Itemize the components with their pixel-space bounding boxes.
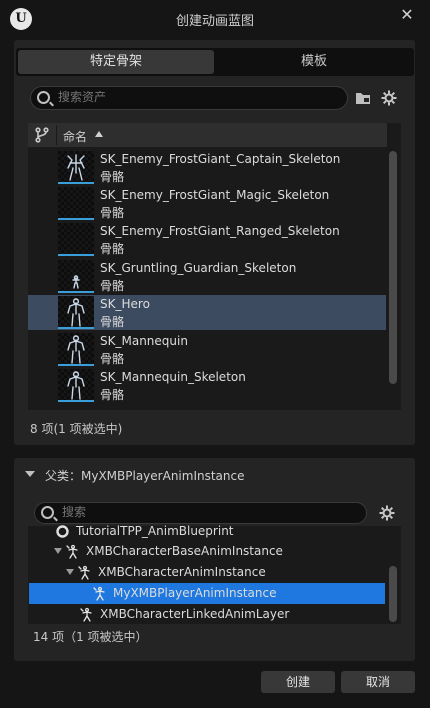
asset-type-color-bar [58,327,94,329]
asset-type: 骨骼 [100,388,125,402]
anim-class-icon [78,565,90,580]
skeleton-thumbnail [58,187,94,220]
folder-filter-icon[interactable] [355,91,371,105]
class-tree-item[interactable]: MyXMBPlayerAnimInstance [29,583,385,604]
asset-type: 骨骼 [100,352,125,366]
class-tree-item[interactable]: TutorialTPP_AnimBlueprint [28,521,386,542]
asset-name: SK_Gruntling_Guardian_Skeleton [100,261,297,275]
cancel-button[interactable]: 取消 [341,671,415,693]
class-name: TutorialTPP_AnimBlueprint [76,524,234,538]
dialog-title: 创建动画蓝图 [175,14,254,29]
asset-row[interactable]: SK_Enemy_FrostGiant_Captain_Skeleton 骨骼 [28,150,386,185]
asset-search-box[interactable] [30,86,348,110]
asset-name: SK_Hero [100,297,150,311]
skeleton-figure-icon [72,275,80,289]
tab-specific-skeleton[interactable]: 特定骨架 [18,50,214,74]
anim-class-icon [66,544,78,559]
skeleton-thumbnail [58,296,94,329]
sort-ascending-icon[interactable] [95,131,103,137]
asset-type-color-bar [58,364,94,366]
asset-name: SK_Enemy_FrostGiant_Magic_Skeleton [100,188,330,202]
tab-template[interactable]: 模板 [216,50,412,74]
create-button[interactable]: 创建 [261,671,335,693]
parent-class-label: 父类：MyXMBPlayerAnimInstance [45,469,245,483]
collapse-arrow-icon[interactable] [25,471,35,477]
class-name: XMBCharacterBaseAnimInstance [86,544,283,558]
class-count-status: 14 项（1 项被选中） [33,630,148,644]
asset-row[interactable]: SK_Mannequin 骨骼 [28,332,386,367]
asset-name: SK_Enemy_FrostGiant_Ranged_Skeleton [100,224,340,238]
search-icon [37,91,50,104]
anim-class-icon [93,586,105,601]
skeleton-figure-icon [67,335,85,364]
class-name: XMBCharacterAnimInstance [98,565,266,579]
branch-icon[interactable] [34,127,50,143]
blueprint-ring-icon [56,525,69,538]
header-divider [56,125,57,145]
close-button[interactable]: ✕ [396,4,418,26]
class-tree-item[interactable]: XMBCharacterLinkedAnimLayer [28,604,386,625]
asset-row[interactable]: SK_Gruntling_Guardian_Skeleton 骨骼 [28,259,386,294]
asset-name: SK_Mannequin_Skeleton [100,370,246,384]
skeleton-thumbnail [58,333,94,366]
skeleton-figure-icon [67,298,85,327]
asset-type: 骨骼 [100,242,125,256]
class-tree-item[interactable]: XMBCharacterAnimInstance [28,562,386,583]
anim-class-icon [80,607,92,622]
class-tree-scrollbar[interactable] [389,566,397,622]
asset-type: 骨骼 [100,279,125,293]
skeleton-thumbnail [58,223,94,256]
settings-gear-icon[interactable] [378,504,396,522]
asset-type-color-bar [58,182,94,184]
expand-arrow-icon[interactable] [54,548,62,554]
asset-type: 骨骼 [100,170,125,184]
asset-type: 骨骼 [100,206,125,220]
asset-type-color-bar [58,218,94,220]
skeleton-thumbnail [58,260,94,293]
asset-type: 骨骼 [100,315,125,329]
class-name: XMBCharacterLinkedAnimLayer [100,607,290,621]
asset-type-color-bar [58,254,94,256]
class-tree-item[interactable]: XMBCharacterBaseAnimInstance [28,541,386,562]
settings-gear-icon[interactable] [380,89,398,107]
asset-row[interactable]: SK_Mannequin_Skeleton 骨骼 [28,368,386,403]
column-header-name[interactable]: 命名 [63,128,87,145]
class-search-input[interactable] [62,505,342,519]
skeleton-thumbnail [58,369,94,402]
expand-arrow-icon[interactable] [66,569,74,575]
skeleton-figure-icon [67,371,85,400]
asset-name: SK_Enemy_FrostGiant_Captain_Skeleton [100,152,341,166]
asset-row[interactable]: SK_Enemy_FrostGiant_Magic_Skeleton 骨骼 [28,186,386,221]
search-icon [41,506,54,519]
class-name: MyXMBPlayerAnimInstance [113,586,277,600]
asset-search-input[interactable] [58,90,338,104]
asset-type-color-bar [58,291,94,293]
asset-row[interactable]: SK_Enemy_FrostGiant_Ranged_Skeleton 骨骼 [28,222,386,257]
asset-list-scrollbar[interactable] [389,151,397,384]
asset-row[interactable]: SK_Hero 骨骼 [28,295,386,330]
asset-count-status: 8 项(1 项被选中) [30,422,123,436]
skeleton-thumbnail [58,151,94,184]
asset-type-color-bar [58,400,94,402]
skeleton-figure-icon [67,154,85,181]
asset-name: SK_Mannequin [100,334,188,348]
